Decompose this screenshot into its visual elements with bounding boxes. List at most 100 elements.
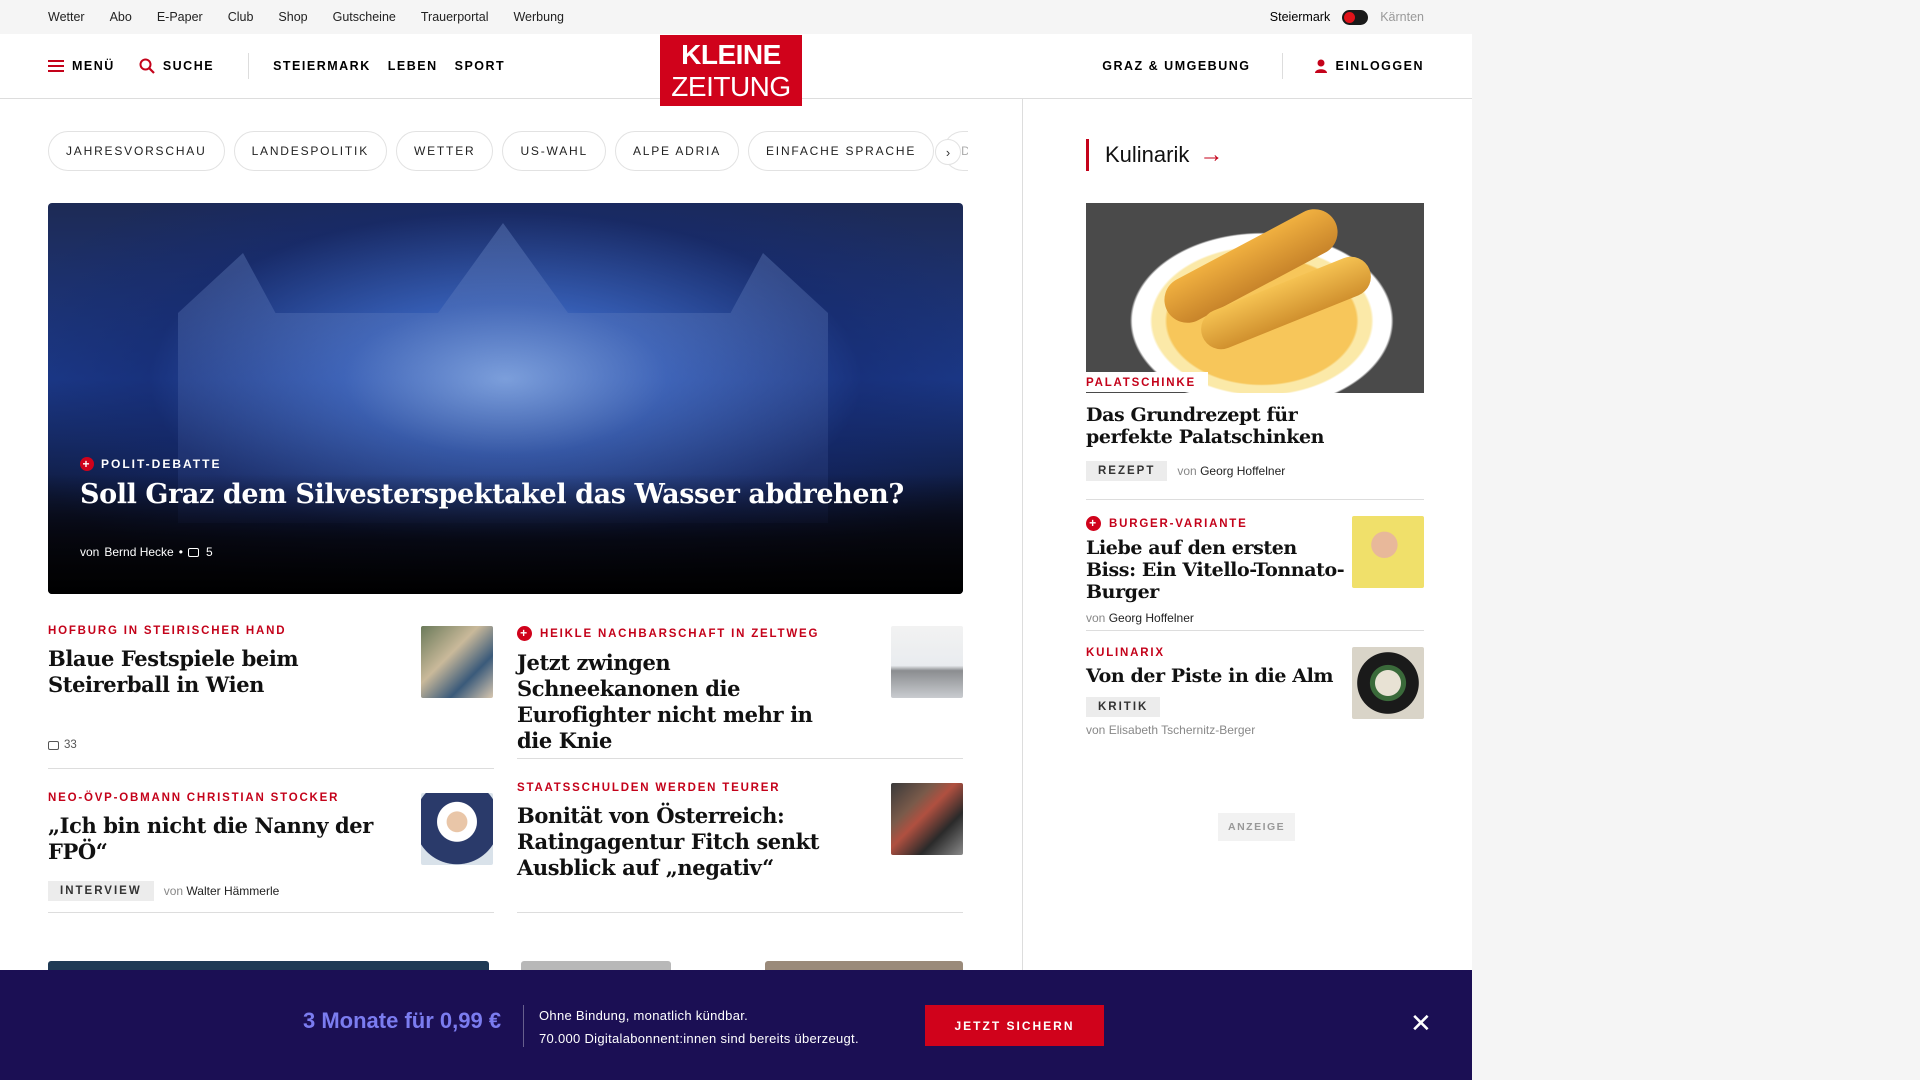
- row-divider: [517, 912, 963, 913]
- article-thumbnail-1[interactable]: [421, 626, 493, 698]
- sidebar-kicker-text: BURGER-VARIANTE: [1109, 517, 1248, 530]
- article-title[interactable]: Blaue Festspiele beim Steirerball in Wie…: [48, 646, 388, 698]
- article-title[interactable]: „Ich bin nicht die Nanny der FPÖ“: [48, 813, 408, 865]
- section-heading-kulinarik[interactable]: Kulinarik →: [1086, 139, 1223, 171]
- section-heading-text: Kulinarik: [1105, 142, 1190, 167]
- nav-leben[interactable]: LEBEN: [388, 59, 438, 73]
- chip-landespolitik[interactable]: LANDESPOLITIK: [233, 131, 387, 171]
- chip-alpe-adria[interactable]: ALPE ADRIA: [614, 131, 739, 171]
- article-teaser-4[interactable]: STAATSSCHULDEN WERDEN TEURER Bonität von…: [517, 782, 827, 881]
- sidebar-divider: [1086, 630, 1424, 631]
- promo-price: 3 Monate für 0,99 €: [303, 1008, 502, 1033]
- topic-chips: JAHRESVORSCHAU LANDESPOLITIK WETTER US-W…: [48, 131, 968, 171]
- sidebar-author[interactable]: Georg Hoffelner: [1109, 611, 1194, 625]
- utility-links: Wetter Abo E-Paper Club Shop Gutscheine …: [48, 0, 564, 34]
- region-link[interactable]: GRAZ & UMGEBUNG: [1102, 59, 1250, 73]
- hero-byline-prefix: von: [80, 545, 100, 559]
- row-divider: [517, 758, 963, 759]
- column-divider: [1022, 99, 1023, 979]
- ad-label: ANZEIGE: [1218, 813, 1296, 841]
- utility-link-trauerportal[interactable]: Trauerportal: [421, 10, 489, 24]
- article-thumbnail-4[interactable]: [891, 783, 963, 855]
- sidebar-kicker: KULINARIX: [1086, 647, 1165, 659]
- hero-title[interactable]: Soll Graz dem Silvesterspektakel das Was…: [80, 479, 904, 510]
- article-kicker: NEO-ÖVP-OBMANN CHRISTIAN STOCKER: [48, 792, 340, 804]
- main-header: MENÜ SUCHE STEIERMARK LEBEN SPORT KLEINE…: [0, 34, 1472, 106]
- sidebar-teaser-3[interactable]: KULINARIX Von der Piste in die Alm KRITI…: [1086, 647, 1346, 737]
- utility-link-werbung[interactable]: Werbung: [513, 10, 564, 24]
- page-background: [1472, 0, 1920, 1080]
- sidebar-meta: von Georg Hoffelner: [1086, 611, 1346, 625]
- article-teaser-3[interactable]: NEO-ÖVP-OBMANN CHRISTIAN STOCKER „Ich bi…: [48, 792, 408, 901]
- sidebar-thumbnail-3[interactable]: [1352, 647, 1424, 719]
- byline-prefix: von: [1086, 611, 1106, 625]
- close-icon[interactable]: ✕: [1410, 1010, 1432, 1036]
- sidebar-byline: von Elisabeth Tschernitz-Berger: [1086, 723, 1255, 737]
- article-badge: INTERVIEW: [48, 881, 154, 901]
- hero-teaser[interactable]: + POLIT-DEBATTE Soll Graz dem Silvesters…: [48, 203, 963, 594]
- hero-kicker: + POLIT-DEBATTE: [80, 457, 221, 471]
- sidebar-thumbnail-2[interactable]: [1352, 516, 1424, 588]
- menu-button[interactable]: MENÜ: [48, 59, 115, 73]
- sidebar-title[interactable]: Liebe auf den ersten Biss: Ein Vitello-T…: [1086, 537, 1346, 603]
- sidebar-author[interactable]: Elisabeth Tschernitz-Berger: [1109, 723, 1256, 737]
- chip-us-wahl[interactable]: US-WAHL: [502, 131, 606, 171]
- chips-next-button[interactable]: ›: [935, 139, 961, 165]
- user-icon: [1315, 59, 1328, 73]
- promo-line-2: 70.000 Digitalabonnent:innen sind bereit…: [539, 1031, 859, 1046]
- header-divider: [248, 53, 250, 79]
- article-kicker-text: HEIKLE NACHBARSCHAFT IN ZELTWEG: [540, 627, 820, 640]
- article-author[interactable]: Walter Hämmerle: [186, 884, 279, 898]
- promo-cta-button[interactable]: JETZT SICHERN: [925, 1005, 1104, 1046]
- article-thumbnail-2[interactable]: [891, 626, 963, 698]
- meta-dot: •: [178, 545, 183, 559]
- hero-comment-count[interactable]: 5: [206, 545, 213, 559]
- article-teaser-2[interactable]: + HEIKLE NACHBARSCHAFT IN ZELTWEG Jetzt …: [517, 626, 857, 754]
- byline-prefix: von: [163, 884, 184, 898]
- comment-icon: [48, 740, 59, 750]
- logo-line-1: KLEINE: [681, 39, 781, 70]
- chevron-right-icon: ›: [945, 144, 951, 160]
- region-steiermark[interactable]: Steiermark: [1270, 10, 1330, 24]
- sidebar-author[interactable]: Georg Hoffelner: [1200, 464, 1285, 478]
- article-kicker: + HEIKLE NACHBARSCHAFT IN ZELTWEG: [517, 626, 857, 641]
- row-divider: [48, 912, 494, 913]
- byline-prefix: von: [1086, 723, 1106, 737]
- sidebar-badge: KRITIK: [1086, 697, 1161, 717]
- search-button[interactable]: SUCHE: [139, 58, 214, 74]
- hero-meta: von Bernd Hecke • 5: [80, 545, 213, 559]
- sidebar-title[interactable]: Von der Piste in die Alm: [1086, 665, 1346, 687]
- comment-count: 33: [64, 739, 77, 751]
- article-teaser-1[interactable]: HOFBURG IN STEIRISCHER HAND Blaue Festsp…: [48, 625, 388, 751]
- login-label: EINLOGGEN: [1335, 59, 1424, 73]
- article-title[interactable]: Bonität von Österreich: Ratingagentur Fi…: [517, 803, 827, 881]
- site-logo[interactable]: KLEINE ZEITUNG: [660, 35, 802, 106]
- sidebar-teaser-1[interactable]: Das Grundrezept für perfekte Palatschink…: [1086, 394, 1424, 481]
- chip-jahresvorschau[interactable]: JAHRESVORSCHAU: [48, 131, 225, 171]
- header-right: GRAZ & UMGEBUNG EINLOGGEN: [1102, 34, 1424, 98]
- utility-link-club[interactable]: Club: [228, 10, 254, 24]
- article-thumbnail-3[interactable]: [421, 793, 493, 865]
- promo-text: Ohne Bindung, monatlich kündbar. 70.000 …: [539, 1004, 859, 1050]
- article-title[interactable]: Jetzt zwingen Schneekanonen die Eurofigh…: [517, 650, 817, 754]
- utility-link-wetter[interactable]: Wetter: [48, 10, 85, 24]
- sidebar-title[interactable]: Das Grundrezept für perfekte Palatschink…: [1086, 404, 1356, 448]
- comment-count-wrap[interactable]: 33: [48, 739, 77, 751]
- nav-sport[interactable]: SPORT: [455, 59, 506, 73]
- utility-link-epaper[interactable]: E-Paper: [157, 10, 203, 24]
- chip-wetter[interactable]: WETTER: [396, 131, 494, 171]
- region-switch: Steiermark Kärnten: [1270, 0, 1424, 34]
- sidebar-teaser-2[interactable]: + BURGER-VARIANTE Liebe auf den ersten B…: [1086, 516, 1346, 625]
- region-toggle[interactable]: [1342, 9, 1369, 25]
- menu-label: MENÜ: [72, 59, 115, 73]
- nav-steiermark[interactable]: STEIERMARK: [273, 59, 371, 73]
- region-kaernten[interactable]: Kärnten: [1380, 10, 1424, 24]
- utility-link-abo[interactable]: Abo: [110, 10, 132, 24]
- article-meta: 33: [48, 739, 388, 751]
- sidebar-feature-image[interactable]: [1086, 201, 1424, 393]
- login-button[interactable]: EINLOGGEN: [1315, 59, 1424, 73]
- hero-author[interactable]: Bernd Hecke: [104, 545, 173, 559]
- utility-link-gutscheine[interactable]: Gutscheine: [333, 10, 396, 24]
- chip-einfache-sprache[interactable]: EINFACHE SPRACHE: [748, 131, 935, 171]
- utility-link-shop[interactable]: Shop: [278, 10, 307, 24]
